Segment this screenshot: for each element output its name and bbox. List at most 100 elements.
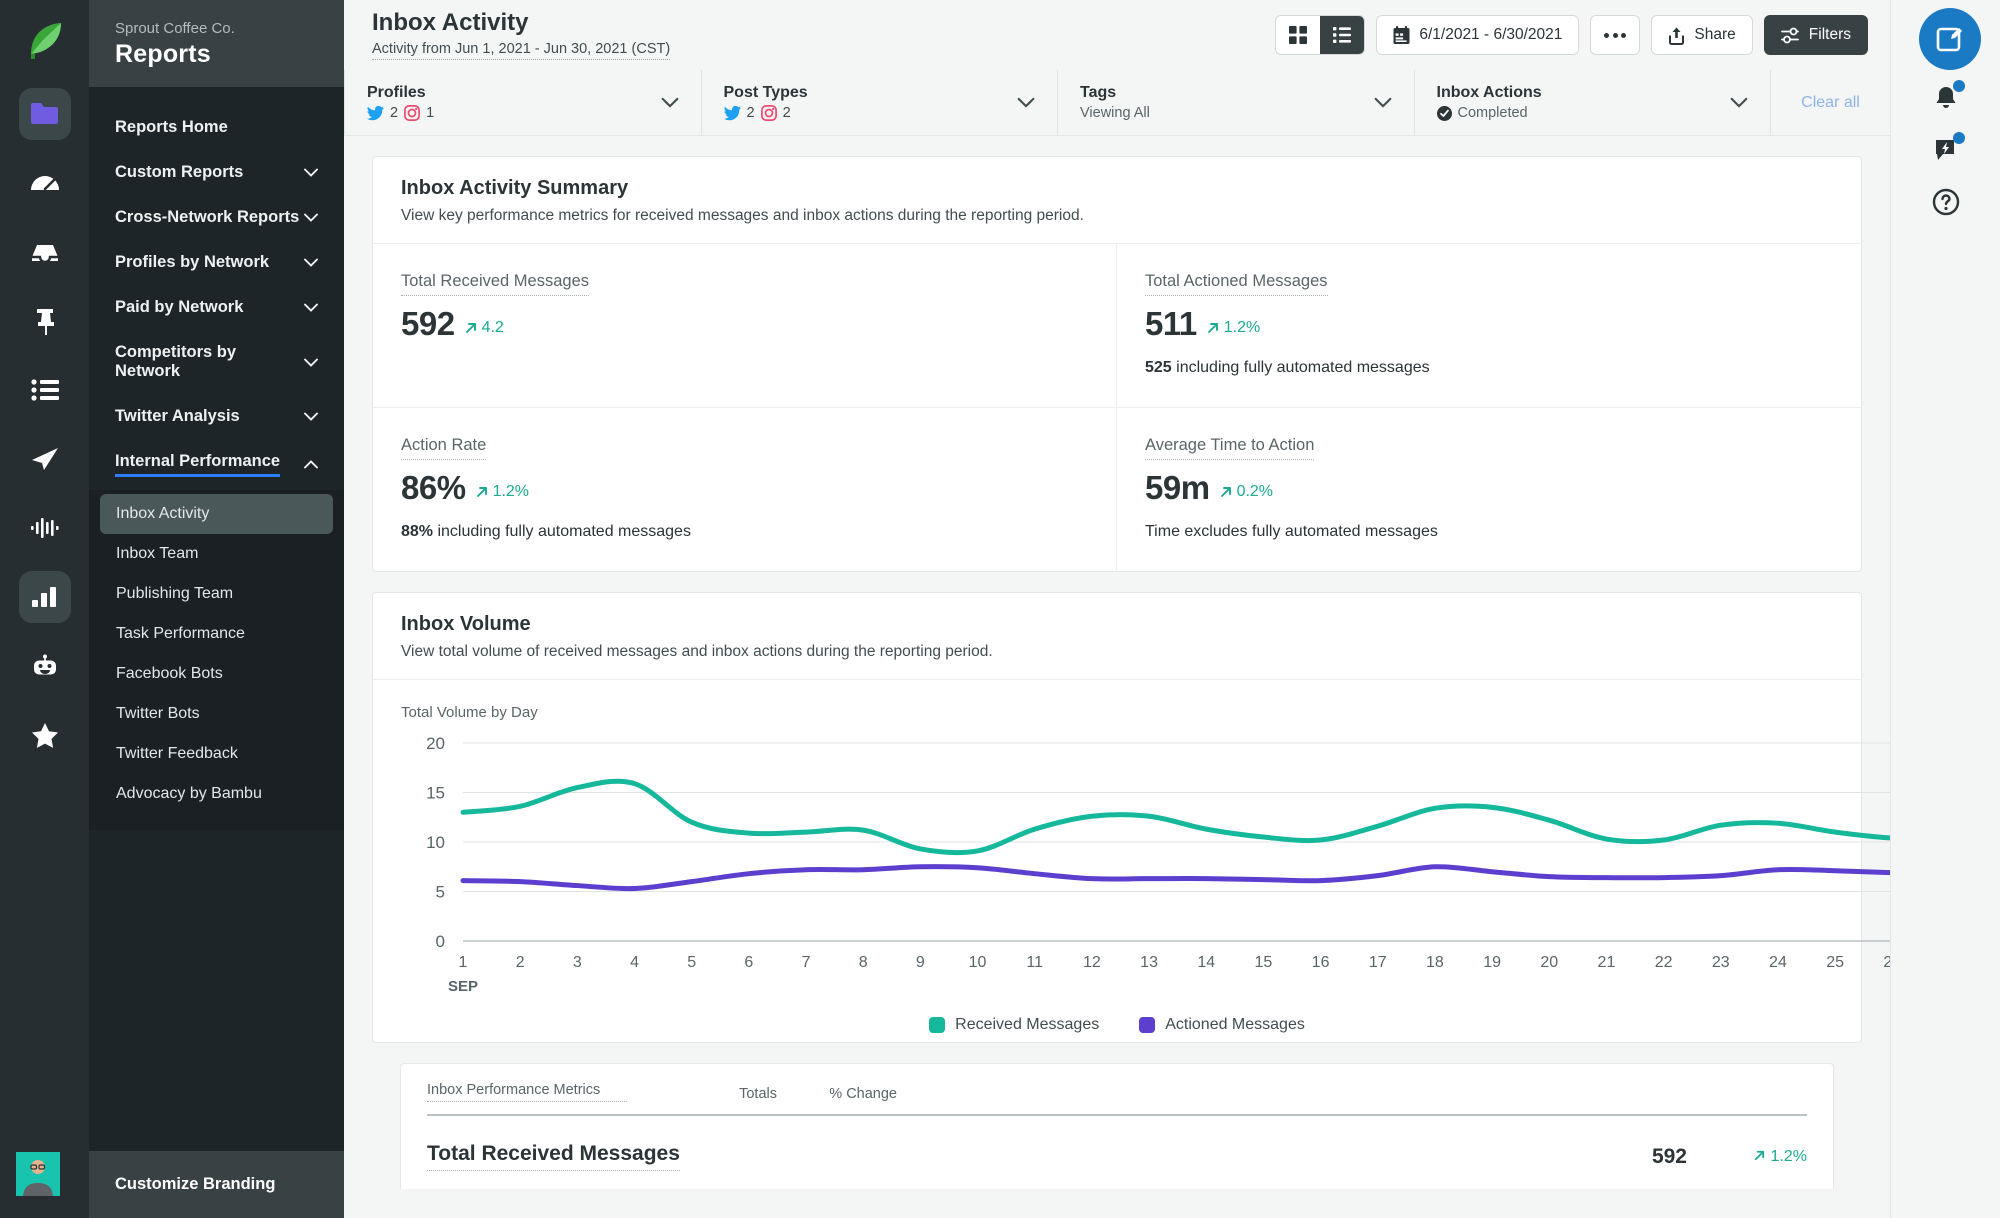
sidebar-subitem-publishing-team[interactable]: Publishing Team — [100, 574, 333, 614]
sidebar-item-label: Competitors by Network — [115, 343, 237, 380]
sidebar-subitem-inbox-activity[interactable]: Inbox Activity — [100, 494, 333, 534]
total-volume-line-chart[interactable]: 0 5 10 15 20 — [401, 734, 1890, 951]
sidebar-subnav: Inbox Activity Inbox Team Publishing Team T… — [89, 490, 344, 830]
rail-item-reports[interactable] — [18, 571, 71, 623]
sidebar-item-label: Reports Home — [115, 118, 228, 136]
filter-tags[interactable]: Tags Viewing All — [1057, 70, 1414, 135]
filters-button[interactable]: Filters — [1763, 15, 1868, 55]
summary-title: Inbox Activity Summary — [401, 177, 629, 199]
chart-y-tick-label: 15 — [426, 784, 445, 803]
chart-x-tick-label: 9 — [915, 954, 925, 971]
sidebar-subitem-task-performance[interactable]: Task Performance — [100, 614, 333, 654]
chevron-down-icon — [661, 97, 678, 108]
chart-y-tick-label: 10 — [426, 833, 445, 852]
filter-network-count: 2 — [746, 105, 755, 121]
compose-button[interactable] — [1919, 8, 1981, 70]
sidebar-item-cross-network-reports[interactable]: Cross-Network Reports — [89, 195, 344, 240]
feedback-button[interactable] — [1915, 124, 1977, 176]
chart-x-axis-month-label: SEP — [447, 978, 479, 995]
filter-sub: Viewing All — [1080, 105, 1150, 121]
metric-average-time-to-action: Average Time to Action 59m 0.2% Time exclud… — [1117, 408, 1861, 571]
page-heading-block: Inbox Activity Activity from Jun 1, 2021… — [372, 9, 671, 60]
sidebar-subitem-advocacy-by-bambu[interactable]: Advocacy by Bambu — [100, 774, 333, 814]
date-range-button[interactable]: 6/1/2021 - 6/30/2021 — [1376, 15, 1580, 55]
list-view-button[interactable] — [1320, 16, 1365, 54]
col-header-change: % Change — [829, 1086, 897, 1102]
help-button[interactable] — [1915, 176, 1977, 228]
sidebar-item-custom-reports[interactable]: Custom Reports — [89, 150, 344, 195]
volume-card-header: Inbox Volume View total volume of receiv… — [373, 593, 1861, 680]
filter-label: Profiles — [367, 84, 426, 101]
compose-icon — [1936, 27, 1962, 52]
clear-all-label: Clear all — [1801, 93, 1860, 111]
chart-y-tick-label: 5 — [436, 883, 445, 902]
sidebar-subitem-inbox-team[interactable]: Inbox Team — [100, 534, 333, 574]
inbox-performance-metrics-table: Inbox Performance Metrics Totals % Chang… — [400, 1063, 1834, 1189]
sidebar-subitem-label: Advocacy by Bambu — [116, 785, 262, 802]
rail-item-dashboard[interactable] — [19, 157, 71, 209]
sidebar-item-label: Paid by Network — [115, 298, 244, 316]
notifications-badge — [1952, 80, 1965, 92]
rail-item-listening[interactable] — [19, 502, 71, 554]
reports-sidebar: Sprout Coffee Co. Reports Reports Home Cu… — [89, 0, 344, 1218]
table-cell-total: 592 — [1651, 1144, 1687, 1168]
rail-item-bots[interactable] — [19, 640, 71, 692]
metric-delta-value: 1.2% — [1223, 319, 1261, 336]
legend-item-received-messages[interactable]: Received Messages — [929, 1016, 1099, 1034]
sidebar-item-competitors-by-network[interactable]: Competitors by Network — [89, 330, 344, 394]
col-header-metric: Inbox Performance Metrics — [427, 1082, 627, 1102]
chart-x-tick-label: 23 — [1711, 954, 1730, 971]
filter-sub-label: Completed — [1457, 105, 1528, 121]
metric-note-text: Time excludes fully automated messages — [1145, 523, 1438, 540]
volume-title: Inbox Volume — [401, 613, 531, 635]
metric-label: Average Time to Action — [1145, 436, 1315, 460]
metric-label: Action Rate — [401, 436, 487, 460]
sidebar-subitem-label: Twitter Feedback — [116, 745, 238, 762]
sidebar-item-twitter-analysis[interactable]: Twitter Analysis — [89, 394, 344, 439]
sidebar-item-label: Twitter Analysis — [115, 407, 240, 425]
reports-bar-chart-icon — [31, 587, 56, 607]
chart-x-tick-label: 12 — [1082, 954, 1101, 971]
legend-item-actioned-messages[interactable]: Actioned Messages — [1139, 1016, 1305, 1034]
sidebar-item-customize-branding[interactable]: Customize Branding — [89, 1151, 344, 1218]
grid-view-button[interactable] — [1276, 16, 1320, 54]
toolbar-actions: 6/1/2021 - 6/30/2021 Share Filters — [1275, 15, 1868, 55]
chart-x-tick-label: 1 — [458, 954, 468, 971]
sidebar-item-profiles-by-network[interactable]: Profiles by Network — [89, 240, 344, 285]
metric-delta-value: 0.2% — [1236, 483, 1274, 500]
instagram-icon — [404, 105, 421, 121]
rail-item-folder[interactable] — [18, 88, 71, 140]
sidebar-nav-list: Reports Home Custom Reports Cross-Network … — [89, 87, 344, 490]
table-row[interactable]: Total Received Messages 592 1.2% — [427, 1116, 1807, 1189]
clear-all-button[interactable]: Clear all — [1770, 70, 1890, 135]
filter-post-types[interactable]: Post Types 2 2 — [700, 70, 1058, 135]
sidebar-item-internal-performance[interactable]: Internal Performance — [89, 439, 344, 490]
chevron-down-icon — [304, 258, 318, 267]
avatar[interactable] — [16, 1152, 60, 1196]
filter-profiles[interactable]: Profiles 2 1 — [344, 70, 701, 135]
sidebar-subitem-twitter-bots[interactable]: Twitter Bots — [100, 694, 333, 734]
metric-note-text: including fully automated messages — [1171, 359, 1430, 376]
sprout-logo-icon[interactable] — [23, 18, 67, 62]
metric-note-value: 88% — [401, 523, 434, 540]
sidebar-header: Sprout Coffee Co. Reports — [89, 0, 344, 87]
table-cell-metric-wrap: Total Received Messages — [427, 1142, 1537, 1171]
rail-item-pin[interactable] — [19, 295, 71, 347]
sidebar-item-paid-by-network[interactable]: Paid by Network — [89, 285, 344, 330]
filter-text-block: Inbox Actions Completed — [1436, 84, 1542, 121]
sidebar-subitem-label: Task Performance — [116, 625, 245, 642]
chevron-down-icon — [1374, 97, 1391, 108]
rail-item-publishing[interactable] — [19, 433, 71, 485]
rail-item-inbox[interactable] — [19, 226, 71, 278]
notifications-button[interactable] — [1915, 72, 1977, 124]
share-button[interactable]: Share — [1651, 15, 1753, 55]
sidebar-subitem-twitter-feedback[interactable]: Twitter Feedback — [100, 734, 333, 774]
rail-item-list[interactable] — [19, 364, 71, 416]
sidebar-item-reports-home[interactable]: Reports Home — [89, 105, 344, 150]
more-options-button[interactable] — [1590, 15, 1641, 55]
inbox-icon — [31, 245, 58, 263]
chart-x-tick-label: 21 — [1597, 954, 1616, 971]
rail-item-reviews[interactable] — [19, 709, 71, 761]
filter-inbox-actions[interactable]: Inbox Actions Completed — [1413, 70, 1771, 135]
sidebar-subitem-facebook-bots[interactable]: Facebook Bots — [100, 654, 333, 694]
